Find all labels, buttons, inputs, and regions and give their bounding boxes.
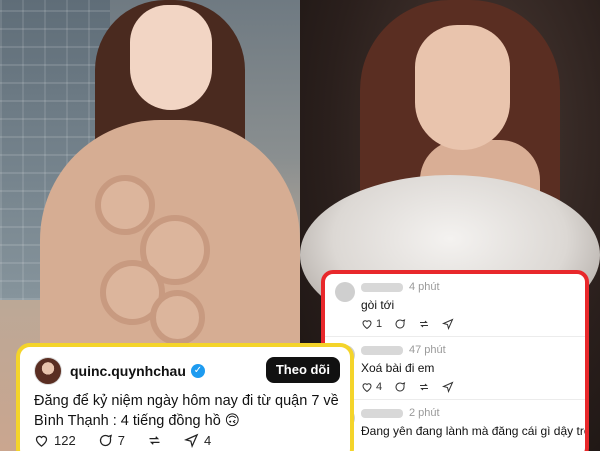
share-button[interactable]	[442, 381, 454, 393]
send-icon	[442, 318, 454, 330]
post-author[interactable]: quinc.quynhchau ✓	[70, 363, 205, 379]
comment-text: Xoá bài đi em	[361, 361, 435, 375]
heart-icon	[362, 383, 372, 393]
like-button[interactable]: 4	[361, 381, 382, 393]
repost-button[interactable]	[418, 381, 430, 393]
like-count: 4	[376, 381, 383, 393]
share-count: 4	[203, 433, 212, 448]
comment-username-blurred[interactable]	[361, 282, 403, 292]
comment-item: 47 phút Xoá bài đi em 4	[325, 337, 585, 400]
comment-username-blurred[interactable]	[361, 345, 403, 355]
repost-icon	[420, 320, 429, 328]
heart-icon	[362, 320, 372, 330]
share-button[interactable]	[442, 318, 454, 330]
share-button[interactable]: 4	[183, 433, 212, 448]
post-text: Đăng để kỷ niệm ngày hôm nay đi từ quận …	[34, 393, 339, 429]
comment-icon	[395, 319, 406, 329]
comment-text: gòi tới	[361, 298, 395, 312]
repost-button[interactable]	[147, 433, 162, 448]
avatar[interactable]	[335, 282, 355, 302]
post-card: quinc.quynhchau ✓ Theo dõi Đăng để kỷ ni…	[16, 343, 354, 451]
comment-item: 4 phút gòi tới 1	[325, 274, 585, 337]
repost-button[interactable]	[418, 318, 430, 330]
comment-time: 47 phút	[409, 344, 446, 356]
like-count: 122	[54, 433, 76, 448]
send-icon	[442, 381, 454, 393]
comment-icon	[99, 434, 112, 447]
avatar[interactable]	[34, 357, 62, 385]
reply-button[interactable]	[394, 318, 406, 330]
heart-icon	[35, 435, 48, 447]
comment-icon	[395, 382, 406, 392]
like-count: 1	[376, 318, 383, 330]
repost-icon	[420, 383, 429, 391]
comment-text: Đang yên đang lành mà đăng cái gì dậy tr…	[361, 424, 589, 438]
ruffle	[150, 290, 205, 345]
reply-button[interactable]	[394, 381, 406, 393]
repost-icon	[149, 436, 160, 445]
like-button[interactable]: 122	[34, 433, 76, 448]
post-username[interactable]: quinc.quynhchau	[70, 363, 186, 379]
face-left	[130, 5, 212, 110]
comment-time: 2 phút	[409, 407, 440, 419]
verified-badge-icon: ✓	[190, 364, 205, 378]
reply-button[interactable]: 7	[98, 433, 125, 448]
send-icon	[183, 433, 199, 448]
comment-item: 2 phút Đang yên đang lành mà đăng cái gì…	[325, 400, 585, 438]
like-button[interactable]: 1	[361, 318, 382, 330]
comments-panel: 4 phút gòi tới 1 47 phút Xoá bài đi em 4…	[321, 270, 589, 451]
ruffle	[95, 175, 155, 235]
comment-count: 7	[117, 433, 125, 448]
follow-button[interactable]: Theo dõi	[265, 357, 340, 383]
face-right	[415, 25, 510, 150]
comment-time: 4 phút	[409, 281, 440, 293]
comment-username-blurred[interactable]	[361, 408, 403, 418]
